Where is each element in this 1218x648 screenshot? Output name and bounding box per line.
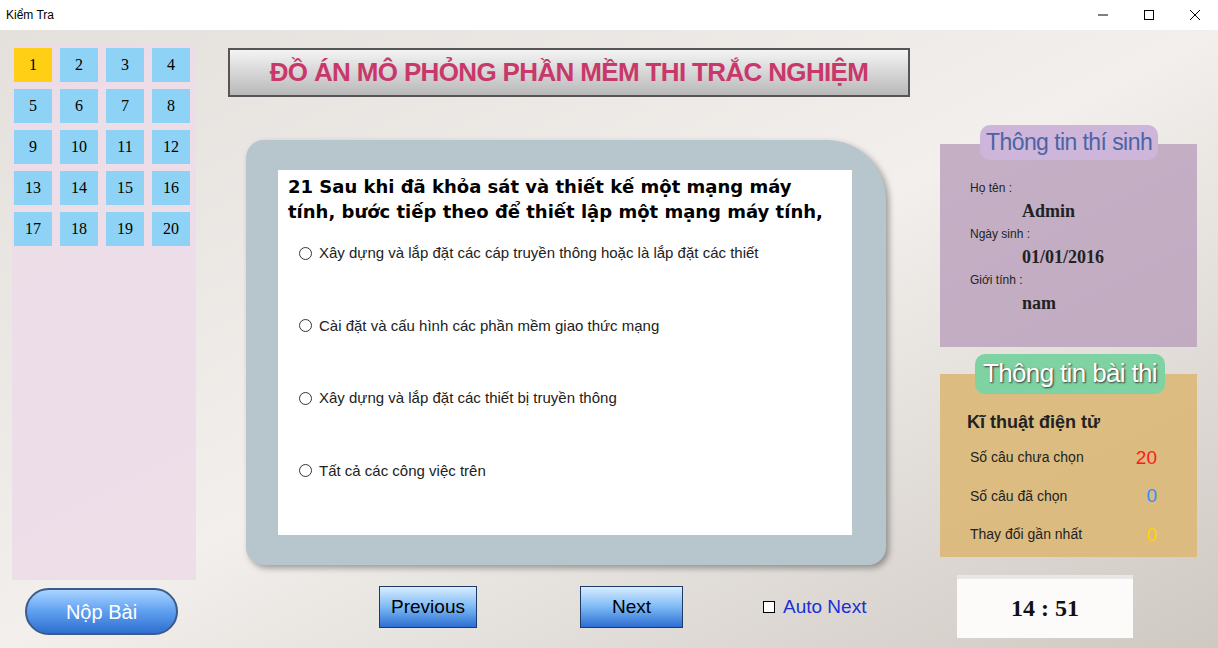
- radio-button[interactable]: [299, 319, 312, 332]
- question-nav-button[interactable]: 6: [60, 89, 98, 123]
- submit-button[interactable]: Nộp Bài: [25, 588, 178, 635]
- question-nav-button[interactable]: 11: [106, 130, 144, 164]
- stat-label: Thay đổi gần nhất: [970, 524, 1082, 545]
- next-button[interactable]: Next: [580, 586, 683, 628]
- nav-row: Previous Next Auto Next: [228, 586, 910, 628]
- option-label: Xây dựng và lắp đặt các cáp truyền thông…: [319, 242, 759, 265]
- answer-option[interactable]: Cài đặt và cấu hình các phần mềm giao th…: [288, 315, 842, 338]
- exam-stat: Số câu chưa chọn 20: [967, 444, 1157, 473]
- question-nav-panel: 1234567891011121314151617181920: [12, 45, 196, 580]
- radio-button[interactable]: [299, 464, 312, 477]
- field-label: Giới tính :: [940, 272, 1197, 288]
- exam-subject: Kĩ thuật điện tử: [967, 410, 1157, 434]
- question-nav-button[interactable]: 2: [60, 48, 98, 82]
- previous-button[interactable]: Previous: [379, 586, 477, 628]
- question-nav-button[interactable]: 8: [152, 89, 190, 123]
- app-window: Kiểm Tra1234567891011121314151617181920N…: [0, 0, 1218, 648]
- left-column: 1234567891011121314151617181920Nộp Bài: [12, 30, 196, 648]
- question-nav-button[interactable]: 1: [14, 48, 52, 82]
- exam-stat: Thay đổi gần nhất 0: [967, 521, 1157, 550]
- close-button[interactable]: [1172, 0, 1218, 30]
- option-label: Tất cả các công việc trên: [319, 460, 486, 483]
- field-value: nam: [940, 288, 1197, 318]
- auto-next-label: Auto Next: [783, 593, 866, 622]
- field-label: Họ tên :: [940, 180, 1197, 196]
- candidate-field: Giới tính :nam: [940, 272, 1197, 318]
- stat-value: 20: [1136, 444, 1157, 473]
- question-nav-button[interactable]: 18: [60, 212, 98, 246]
- maximize-icon: [1144, 10, 1154, 20]
- radio-button[interactable]: [299, 247, 312, 260]
- candidate-field: Họ tên :Admin: [940, 180, 1197, 226]
- answer-option[interactable]: Tất cả các công việc trên: [288, 460, 842, 483]
- close-icon: [1190, 10, 1200, 20]
- question-card: 21 Sau khi đã khỏa sát và thiết kế một m…: [278, 170, 852, 535]
- answer-option[interactable]: Xây dựng và lắp đặt các thiết bị truyền …: [288, 387, 842, 410]
- question-nav-button[interactable]: 17: [14, 212, 52, 246]
- option-label: Xây dựng và lắp đặt các thiết bị truyền …: [319, 387, 617, 410]
- question-nav-button[interactable]: 13: [14, 171, 52, 205]
- question-text: 21 Sau khi đã khỏa sát và thiết kế một m…: [288, 174, 842, 224]
- stat-label: Số câu chưa chọn: [970, 447, 1084, 468]
- exam-heading: Thông tin bài thi: [975, 354, 1165, 394]
- question-nav-button[interactable]: 15: [106, 171, 144, 205]
- question-nav-button[interactable]: 16: [152, 171, 190, 205]
- question-nav-button[interactable]: 4: [152, 48, 190, 82]
- option-label: Cài đặt và cấu hình các phần mềm giao th…: [319, 315, 659, 338]
- field-value: Admin: [940, 196, 1197, 226]
- radio-button[interactable]: [299, 392, 312, 405]
- minimize-button[interactable]: [1080, 0, 1126, 30]
- candidate-heading: Thông tin thí sinh: [980, 125, 1158, 160]
- answer-option[interactable]: Xây dựng và lắp đặt các cáp truyền thông…: [288, 242, 842, 265]
- field-value: 01/01/2016: [940, 242, 1197, 272]
- candidate-field: Ngày sinh :01/01/2016: [940, 226, 1197, 272]
- question-nav-button[interactable]: 5: [14, 89, 52, 123]
- question-nav-button[interactable]: 3: [106, 48, 144, 82]
- question-nav-button[interactable]: 12: [152, 130, 190, 164]
- candidate-panel: Họ tên :AdminNgày sinh :01/01/2016Giới t…: [940, 144, 1197, 347]
- right-column: Thông tin thí sinhHọ tên :AdminNgày sinh…: [940, 30, 1197, 648]
- exam-panel: Kĩ thuật điện tửSố câu chưa chọn20Số câu…: [940, 374, 1197, 557]
- stat-label: Số câu đã chọn: [970, 486, 1067, 507]
- maximize-button[interactable]: [1126, 0, 1172, 30]
- question-nav-button[interactable]: 9: [14, 130, 52, 164]
- auto-next-checkbox[interactable]: [763, 601, 775, 613]
- timer: 14 : 51: [957, 575, 1133, 638]
- question-panel: 21 Sau khi đã khỏa sát và thiết kế một m…: [246, 140, 886, 565]
- question-nav-button[interactable]: 20: [152, 212, 190, 246]
- main-area: 1234567891011121314151617181920Nộp BàiĐỒ…: [0, 30, 1218, 648]
- exam-stat: Số câu đã chọn 0: [967, 482, 1157, 511]
- question-nav-button[interactable]: 7: [106, 89, 144, 123]
- title-bar: Kiểm Tra: [0, 0, 1218, 30]
- center-column: ĐỒ ÁN MÔ PHỎNG PHẦN MỀM THI TRẮC NGHIỆM 2…: [228, 30, 910, 648]
- stat-value: 0: [1146, 521, 1157, 550]
- field-label: Ngày sinh :: [940, 226, 1197, 242]
- window-title: Kiểm Tra: [6, 6, 54, 24]
- auto-next-toggle[interactable]: Auto Next: [763, 593, 866, 622]
- stat-value: 0: [1146, 482, 1157, 511]
- banner: ĐỒ ÁN MÔ PHỎNG PHẦN MỀM THI TRẮC NGHIỆM: [228, 48, 910, 97]
- minimize-icon: [1098, 10, 1108, 20]
- question-nav-button[interactable]: 10: [60, 130, 98, 164]
- question-nav-button[interactable]: 19: [106, 212, 144, 246]
- question-nav-button[interactable]: 14: [60, 171, 98, 205]
